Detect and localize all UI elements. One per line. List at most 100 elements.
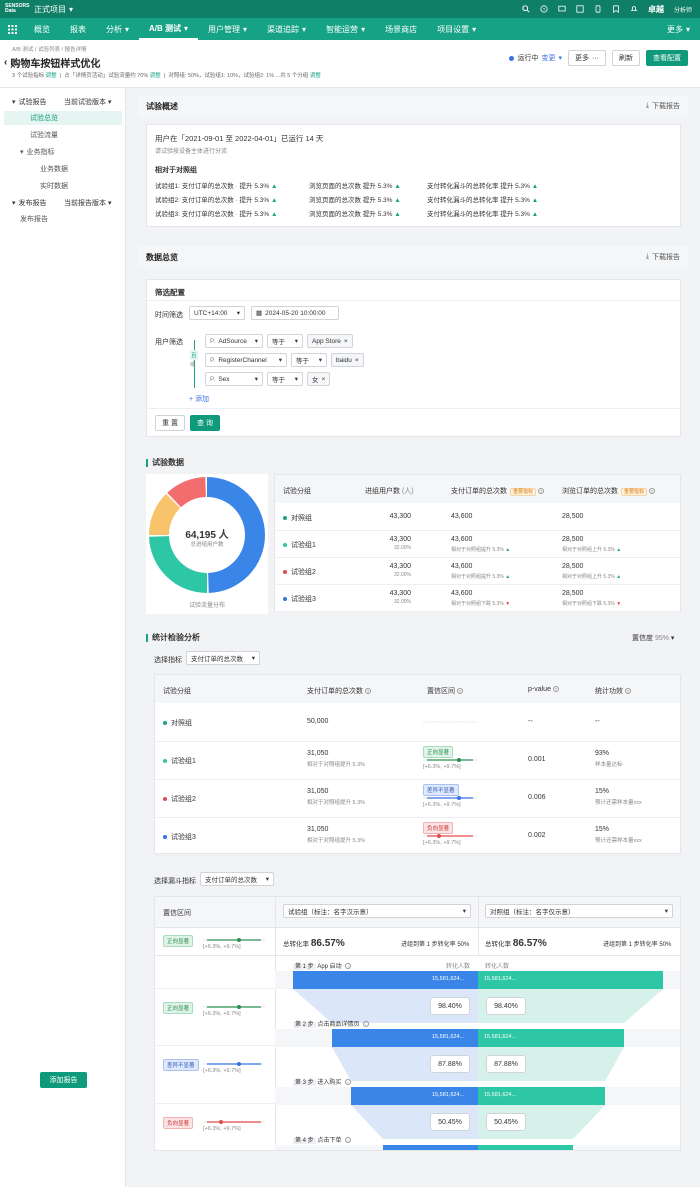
- breadcrumb[interactable]: A/B 测试 / 试验列表 / 报告详情: [12, 45, 87, 53]
- apps-grid-icon[interactable]: [0, 24, 24, 34]
- report-version-select[interactable]: 当前试验版本 ▾: [64, 97, 111, 107]
- funnel-bar-right[interactable]: [478, 1145, 573, 1150]
- funnel-step-label: 第 4 步 点击下单 i: [293, 1135, 352, 1144]
- filter-field-select[interactable]: P. AdSource ▾: [205, 334, 263, 348]
- chart-icon[interactable]: [576, 5, 584, 13]
- more-button[interactable]: 更多 ···: [568, 50, 606, 66]
- sidebar-item-overview[interactable]: 试验总览: [4, 111, 122, 125]
- funnel-step-label: 第 3 步 进入购买 i: [293, 1077, 352, 1086]
- sidebar-item-publish-report[interactable]: 发布报告: [20, 214, 48, 224]
- user-name[interactable]: 卓越: [648, 4, 664, 15]
- download-report-button[interactable]: ⤓ 下载报告: [646, 101, 680, 111]
- refresh-button[interactable]: 刷新: [612, 50, 640, 66]
- adjust-traffic-link[interactable]: 调整: [150, 73, 161, 79]
- nav-project-settings[interactable]: 项目设置 ▾: [427, 18, 486, 40]
- stats-col-group: 试验分组: [163, 688, 191, 695]
- stats-title: 统计检验分析: [146, 632, 200, 643]
- funnel-metric-select[interactable]: 支付订单的总次数 ▾: [200, 872, 274, 886]
- nav-scene-store[interactable]: 场景商店: [375, 18, 427, 40]
- publish-version-select[interactable]: 当前报告版本 ▾: [64, 198, 111, 208]
- up-arrow-icon: ▲: [270, 211, 278, 218]
- col-metric-2: 浏览订单的总次数 重要指标?: [562, 488, 656, 496]
- chevron-down-icon: ▾: [254, 338, 258, 345]
- nav-smart-ops[interactable]: 智能运营 ▾: [316, 18, 375, 40]
- funnel-bar-left[interactable]: [383, 1145, 478, 1150]
- stats-value: 31,050: [307, 750, 329, 757]
- filter-value-tag[interactable]: baidu ×: [331, 353, 364, 367]
- filter-value-tag[interactable]: 女 ×: [307, 372, 331, 386]
- ci-bar-icon: [203, 938, 265, 942]
- split-note: 请试验按设备主体进行分流: [155, 149, 228, 155]
- experiment-status: 运行中 变更 ▾: [509, 53, 562, 63]
- message-icon[interactable]: [558, 5, 566, 13]
- chevron-down-icon: ▾: [462, 908, 466, 915]
- filter-field-select[interactable]: P. RegisterChannel ▾: [205, 353, 287, 367]
- project-switcher[interactable]: 正式项目 ▾: [34, 4, 73, 15]
- query-button[interactable]: 查 询: [190, 415, 220, 431]
- nav-channel-tracking[interactable]: 渠道追踪 ▾: [257, 18, 316, 40]
- nav-analysis[interactable]: 分析 ▾: [96, 18, 139, 40]
- adjust-metrics-link[interactable]: 调整: [46, 73, 57, 79]
- back-icon[interactable]: ‹: [4, 57, 7, 68]
- compare-title: 相对于对照组: [155, 167, 197, 174]
- date-picker[interactable]: ▦ 2024-05-20 10:00:00: [251, 306, 339, 320]
- filter-value-tag[interactable]: App Store ×: [307, 334, 353, 348]
- up-arrow-icon: ▲: [531, 211, 539, 218]
- and-toggle[interactable]: 且: [190, 350, 198, 360]
- add-report-button[interactable]: 添加报告: [40, 1072, 87, 1088]
- stats-value: 50,000: [307, 718, 329, 725]
- download-report-button-2[interactable]: ⤓ 下载报告: [646, 252, 680, 262]
- confidence-select[interactable]: 置信度 95% ▾: [632, 633, 674, 643]
- status-change-link[interactable]: 变更: [541, 53, 555, 63]
- sidebar-item-business-data[interactable]: 业务数据: [40, 164, 68, 174]
- user-role: 分析师: [673, 7, 692, 14]
- mobile-icon[interactable]: [594, 5, 602, 13]
- search-icon[interactable]: [522, 5, 530, 13]
- filter-operator-select[interactable]: 等于 ▾: [291, 353, 327, 367]
- download-icon: ⤓: [645, 102, 649, 109]
- stats-group-name: 试验组1: [163, 756, 196, 766]
- nav-ab-test[interactable]: A/B 测试 ▾: [139, 18, 199, 40]
- filter-field-select[interactable]: P. Sex ▾: [205, 372, 263, 386]
- nav-user-management[interactable]: 用户管理 ▾: [198, 18, 257, 40]
- sidebar-item-business-metrics[interactable]: ▾ 业务指标: [20, 147, 55, 157]
- exp-group-name: 对照组: [283, 513, 312, 523]
- experiment-data-table: 试验分组 进组用户数 (人) 支付订单的总次数 重要指标? 浏览订单的总次数 重要指…: [274, 474, 681, 612]
- sidebar-group-publish[interactable]: ▾ 发布报告: [12, 198, 47, 208]
- metric-select[interactable]: 支付订单的总次数 ▾: [186, 651, 260, 665]
- exp-metric-2: 28,500: [562, 536, 584, 543]
- nav-overview[interactable]: 概览: [24, 18, 60, 40]
- bell-icon[interactable]: [630, 5, 638, 13]
- sidebar-item-traffic[interactable]: 试验流量: [30, 130, 58, 140]
- left-step-rate: 进组到第 1 步转化率 50%: [401, 942, 470, 948]
- col-metric-1: 支付订单的总次数 重要指标?: [451, 488, 545, 496]
- or-toggle[interactable]: 或: [190, 360, 196, 368]
- exp-metric-1: 43,600: [451, 590, 473, 597]
- nav-more[interactable]: 更多 ▾: [657, 18, 700, 40]
- exp-metric-2: 28,500: [562, 590, 584, 597]
- donut-total: 64,195 人: [185, 530, 229, 541]
- filter-operator-select[interactable]: 等于 ▾: [267, 372, 303, 386]
- sidebar-item-realtime-data[interactable]: 实时数据: [40, 181, 68, 191]
- exp-users: 43,300: [389, 563, 411, 570]
- up-arrow-icon: ▲: [531, 183, 539, 190]
- funnel-significance-badge: 负向显著: [163, 1117, 194, 1129]
- timezone-select[interactable]: UTC+14:00 ▾: [189, 306, 245, 320]
- sidebar-group-report[interactable]: ▾ 试验报告: [12, 97, 47, 107]
- reset-button[interactable]: 重 置: [155, 415, 185, 431]
- funnel-right-group-select[interactable]: 对照组（标注：名字仅示意） ▾: [485, 904, 673, 918]
- view-config-button[interactable]: 查看配置: [646, 50, 688, 66]
- adjust-groups-link[interactable]: 调整: [310, 73, 321, 79]
- exp-metric-2-sub: 相对于对照组上升 5.3% ▲: [562, 547, 622, 553]
- chevron-down-icon: ▾: [302, 24, 307, 34]
- help-icon[interactable]: ?: [540, 5, 548, 13]
- bookmark-icon[interactable]: [612, 5, 620, 13]
- data-summary-header: 数据总览 ⤓ 下载报告: [138, 246, 688, 268]
- chevron-down-icon: ▾: [243, 24, 248, 34]
- chevron-down-icon: ▾: [294, 338, 298, 345]
- funnel-left-group-select[interactable]: 试验组（标注：名字汉示意） ▾: [283, 904, 471, 918]
- stats-power-sub: 预计还需样本量xxx: [595, 800, 642, 806]
- nav-reports[interactable]: 报表: [60, 18, 96, 40]
- filter-operator-select[interactable]: 等于 ▾: [267, 334, 303, 348]
- add-filter-button[interactable]: + 添加: [189, 394, 209, 404]
